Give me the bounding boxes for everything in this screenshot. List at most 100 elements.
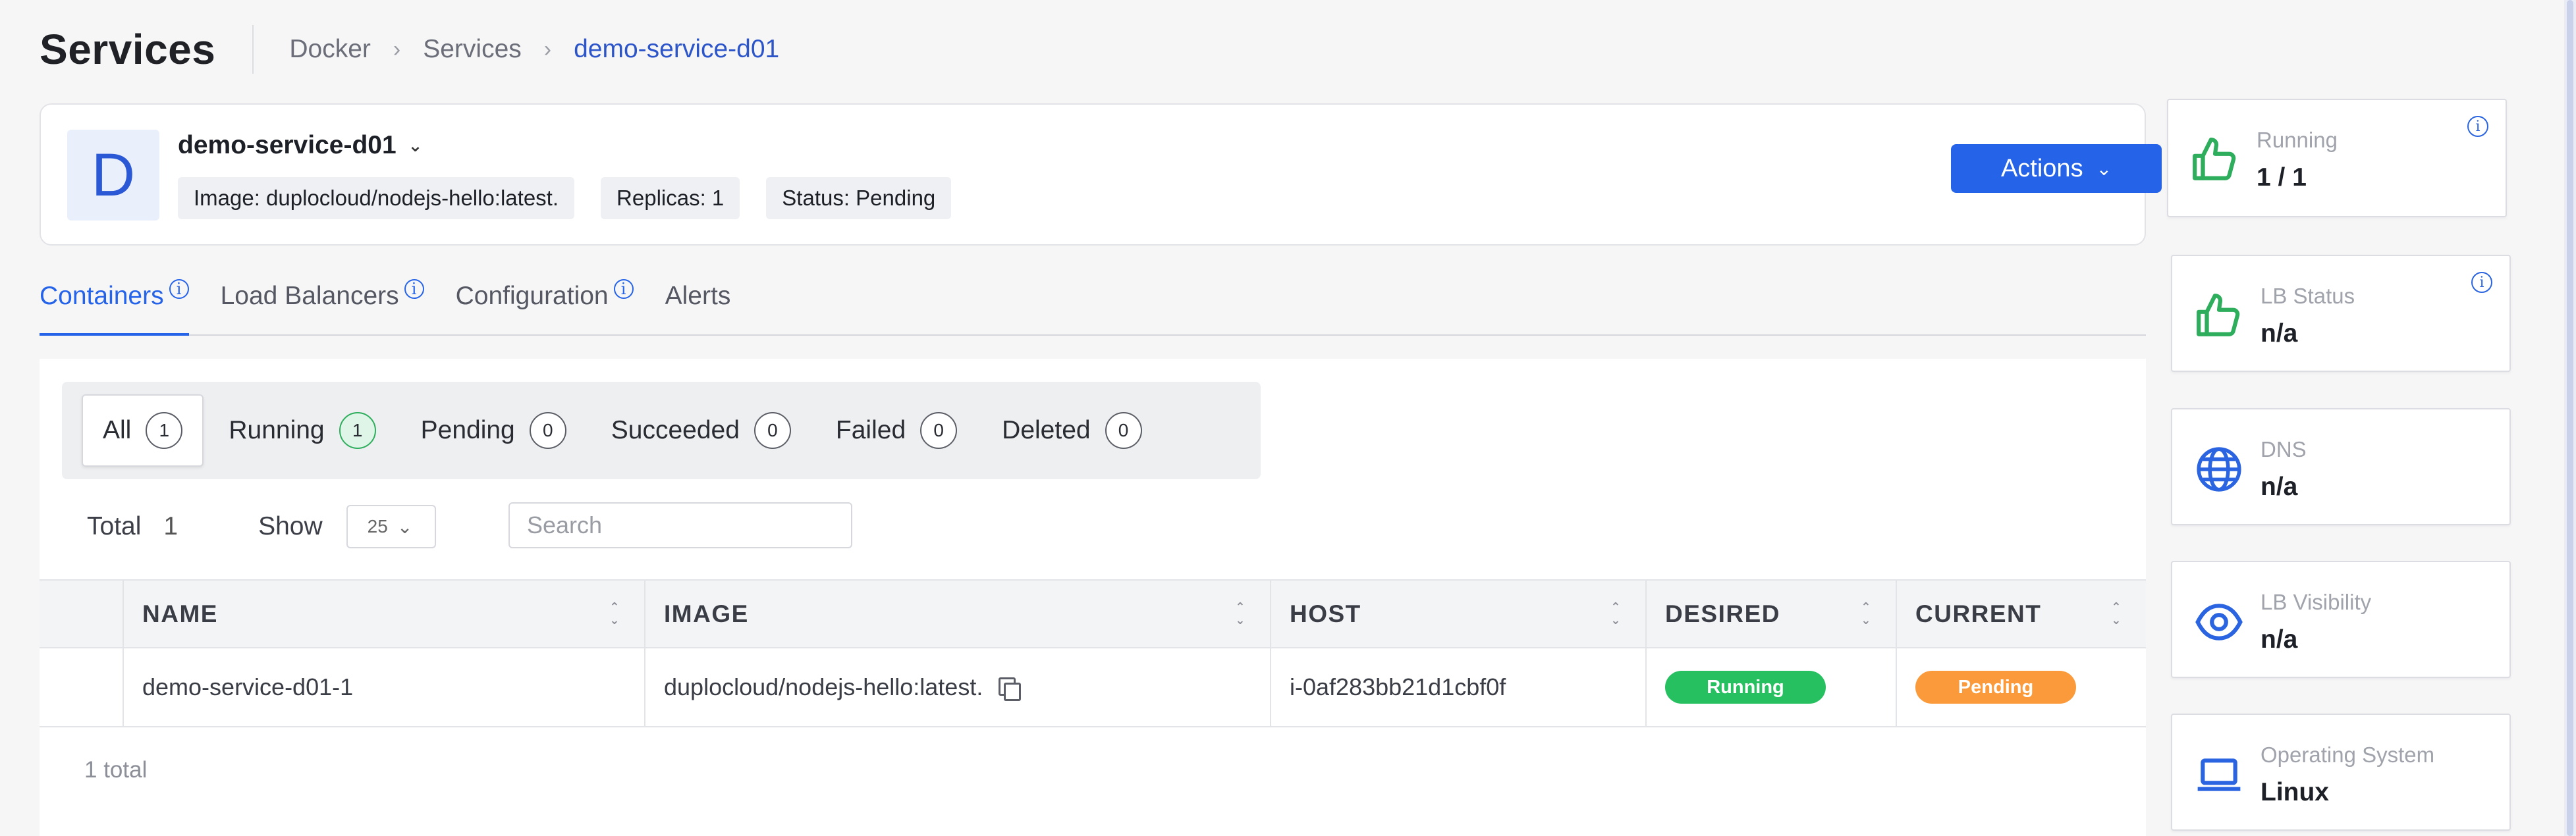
vertical-scrollbar[interactable] (2564, 0, 2576, 836)
info-icon[interactable]: i (613, 279, 634, 299)
sort-icon[interactable]: ⌃ ⌄ (2111, 600, 2122, 627)
totals-row: Total 1 Show 25 ⌄ (87, 505, 436, 548)
column-header-name[interactable]: NAME ⌃ ⌄ (124, 581, 645, 647)
total-label: Total (87, 512, 142, 540)
thumbs-up-icon (2197, 294, 2240, 336)
stat-value: 1 / 1 (2257, 163, 2307, 192)
filter-label: Running (229, 416, 325, 444)
desired-status-pill: Running (1665, 671, 1826, 704)
page-title: Services (40, 26, 216, 73)
column-label: HOST (1290, 600, 1361, 627)
filter-label: Failed (835, 416, 906, 444)
sort-icon[interactable]: ⌃ ⌄ (1861, 600, 1872, 627)
service-avatar: D (67, 130, 159, 221)
column-label: IMAGE (664, 600, 749, 627)
info-icon[interactable]: i (2467, 116, 2488, 137)
stat-label: DNS (2261, 437, 2307, 461)
thumbs-up-icon (2193, 138, 2236, 180)
title-divider (252, 25, 254, 74)
tab-label: Configuration (455, 282, 609, 310)
stat-label: LB Status (2261, 284, 2355, 308)
page-size-select[interactable]: 25 ⌄ (346, 505, 436, 548)
table-row[interactable]: demo-service-d01-1 duplocloud/nodejs-hel… (40, 648, 2146, 727)
filter-failed[interactable]: Failed 0 (816, 394, 977, 467)
chevron-right-icon: › (393, 36, 401, 62)
cell-desired: Running (1647, 648, 1897, 726)
containers-panel: All 1 Running 1 Pending 0 Succeeded 0 Fa… (40, 359, 2146, 836)
sort-icon[interactable]: ⌃ ⌄ (609, 600, 620, 627)
stat-card-operating-system: Operating System Linux (2171, 714, 2511, 831)
breadcrumb: Docker › Services › demo-service-d01 (289, 35, 779, 64)
copy-icon[interactable] (997, 676, 1022, 701)
select-column-header (40, 581, 124, 647)
filter-count: 0 (920, 412, 958, 449)
filter-count: 0 (529, 412, 566, 449)
tab-label: Load Balancers (220, 282, 399, 310)
service-name-dropdown[interactable]: demo-service-d01 ⌄ (178, 131, 422, 160)
tab-configuration[interactable]: Configuration i (456, 276, 634, 334)
stat-value: Linux (2261, 778, 2329, 806)
column-header-host[interactable]: HOST ⌃ ⌄ (1271, 581, 1647, 647)
cell-image: duplocloud/nodejs-hello:latest. (645, 648, 1271, 726)
page-size-value: 25 (367, 516, 388, 536)
filter-count: 0 (1105, 412, 1142, 449)
stat-card-running: Running 1 / 1 i (2167, 99, 2507, 217)
tab-containers[interactable]: Containers i (40, 276, 189, 336)
containers-table: NAME ⌃ ⌄ IMAGE ⌃ ⌄ HOST ⌃ ⌄ DESIRED ⌃ ⌄ CURR… (40, 579, 2146, 727)
chevron-down-icon: ⌄ (397, 516, 413, 537)
stat-value: n/a (2261, 319, 2298, 348)
filter-deleted[interactable]: Deleted 0 (982, 394, 1161, 467)
laptop-icon (2197, 758, 2241, 791)
status-badge: Status: Pending (766, 177, 952, 219)
filter-label: All (103, 416, 132, 444)
tab-bar: Containers i Load Balancers i Configurat… (40, 276, 2146, 336)
sort-icon[interactable]: ⌃ ⌄ (1235, 600, 1246, 627)
sort-icon[interactable]: ⌃ ⌄ (1610, 600, 1622, 627)
tab-alerts[interactable]: Alerts (665, 276, 731, 334)
stat-label: LB Visibility (2261, 590, 2372, 614)
image-value: duplocloud/nodejs-hello:latest. (664, 673, 983, 700)
table-footer-total: 1 total (84, 757, 148, 783)
current-status-pill: Pending (1915, 671, 2076, 704)
status-filter-bar: All 1 Running 1 Pending 0 Succeeded 0 Fa… (62, 382, 1261, 479)
tab-label: Alerts (665, 282, 731, 310)
filter-running[interactable]: Running 1 (209, 394, 395, 467)
filter-succeeded[interactable]: Succeeded 0 (591, 394, 811, 467)
filter-count: 1 (146, 412, 183, 449)
search-input[interactable] (508, 502, 852, 548)
total-value: 1 (163, 512, 178, 540)
breadcrumb-current[interactable]: demo-service-d01 (574, 35, 779, 64)
actions-button[interactable]: Actions ⌄ (1951, 144, 2162, 193)
cell-name: demo-service-d01-1 (124, 648, 645, 726)
service-summary-card: D demo-service-d01 ⌄ Image: duplocloud/n… (40, 103, 2162, 246)
chevron-down-icon: ⌄ (408, 135, 423, 155)
page-header: Services Docker › Services › demo-servic… (40, 0, 779, 99)
filter-count: 0 (754, 412, 791, 449)
actions-label: Actions (2000, 154, 2083, 182)
filter-all[interactable]: All 1 (82, 394, 204, 467)
column-header-current[interactable]: CURRENT ⌃ ⌄ (1897, 581, 2146, 647)
stat-card-dns: DNS n/a (2171, 408, 2511, 525)
table-header: NAME ⌃ ⌄ IMAGE ⌃ ⌄ HOST ⌃ ⌄ DESIRED ⌃ ⌄ CURR… (40, 579, 2146, 648)
info-icon[interactable]: i (169, 279, 189, 299)
column-header-image[interactable]: IMAGE ⌃ ⌄ (645, 581, 1271, 647)
breadcrumb-docker[interactable]: Docker (289, 35, 371, 64)
filter-count: 1 (339, 412, 376, 449)
chevron-right-icon: › (543, 36, 552, 62)
info-icon[interactable]: i (2471, 272, 2492, 293)
filter-pending[interactable]: Pending 0 (401, 394, 586, 467)
stat-label: Operating System (2261, 743, 2435, 767)
cell-host: i-0af283bb21d1cbf0f (1271, 648, 1647, 726)
column-header-desired[interactable]: DESIRED ⌃ ⌄ (1647, 581, 1897, 647)
filter-label: Pending (420, 416, 515, 444)
tab-load-balancers[interactable]: Load Balancers i (221, 276, 424, 334)
show-label: Show (258, 512, 323, 540)
service-name: demo-service-d01 (178, 131, 397, 159)
stat-value: n/a (2261, 473, 2298, 501)
column-label: NAME (142, 600, 218, 627)
stat-value: n/a (2261, 625, 2298, 654)
info-icon[interactable]: i (404, 279, 424, 299)
globe-icon (2197, 447, 2241, 492)
stat-card-lb-status: LB Status n/a i (2171, 255, 2511, 372)
breadcrumb-services[interactable]: Services (423, 35, 522, 64)
